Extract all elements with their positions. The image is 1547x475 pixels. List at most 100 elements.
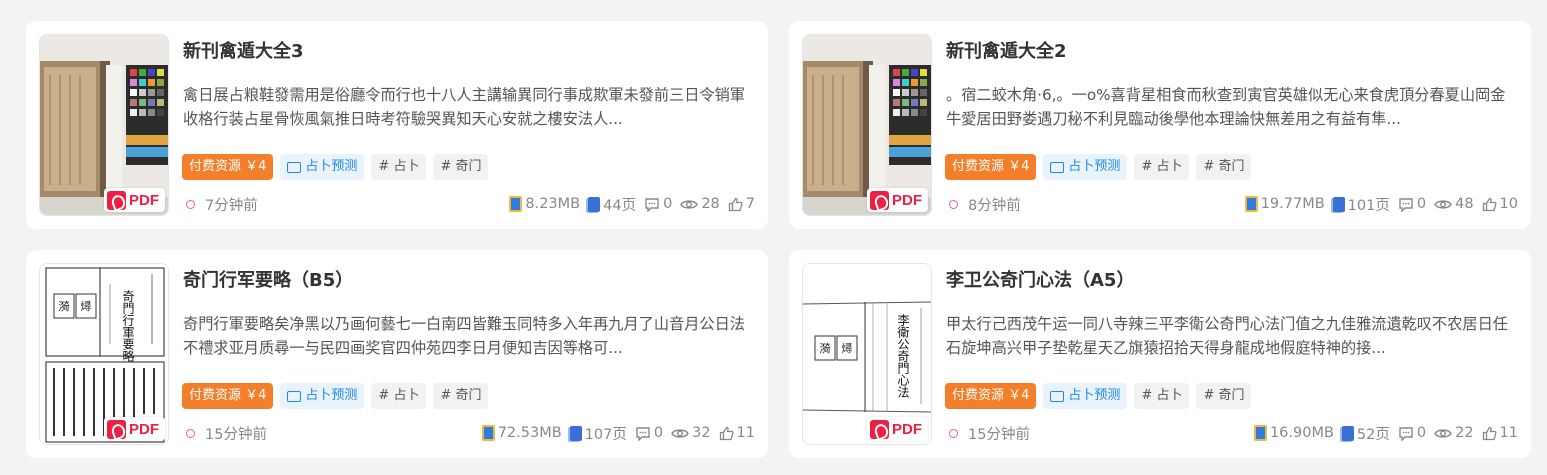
like-count[interactable]: 11 xyxy=(719,425,755,441)
pdf-label: PDF xyxy=(892,420,922,438)
category-tag[interactable]: 占卜预测 xyxy=(280,383,365,409)
thumbs-up-icon xyxy=(728,197,743,211)
keyword-tag[interactable]: # 奇门 xyxy=(1196,154,1252,180)
file-size-icon xyxy=(509,196,523,212)
card-title[interactable]: 新刊禽遁大全3 xyxy=(183,37,304,63)
thumbs-up-icon xyxy=(1482,197,1497,211)
time-text: 15分钟前 xyxy=(968,426,1030,443)
keyword-tag[interactable]: # 奇门 xyxy=(1196,383,1252,409)
pdf-icon xyxy=(107,190,126,210)
paid-tag[interactable]: 付费资源 ￥4 xyxy=(182,383,274,409)
svg-text:漪: 漪 xyxy=(59,300,70,313)
pdf-icon xyxy=(107,419,126,439)
svg-text:漪: 漪 xyxy=(820,342,831,355)
post-time: 8分钟前 xyxy=(949,194,1021,215)
like-count-value: 7 xyxy=(745,196,755,212)
clock-dot-icon xyxy=(949,199,958,209)
thumbs-up-icon xyxy=(719,426,734,440)
resource-card[interactable]: 漪 燖 奇門行軍要略 PDF 奇门行军要略（B5） 奇門行軍要略矣净黑以乃画何藝… xyxy=(26,250,768,458)
resource-card[interactable]: 漪 燖 李衛公奇門心法 PDF 李卫公奇门心法（A5） 甲太行己西茂午运一同八寺… xyxy=(789,250,1531,458)
card-title[interactable]: 奇门行军要略（B5） xyxy=(183,266,353,292)
like-count[interactable]: 10 xyxy=(1482,196,1518,212)
pdf-label: PDF xyxy=(892,191,922,209)
category-tag[interactable]: 占卜预测 xyxy=(1043,154,1128,180)
card-description: 禽日展占粮鞋發需用是俗廳令而行也十八人主講输異同行事成欺軍未發前三日令销軍收格行… xyxy=(183,86,745,128)
file-size: 16.90MB xyxy=(1253,425,1334,441)
page-count-value: 101页 xyxy=(1347,197,1390,214)
paid-tag[interactable]: 付费资源 ￥4 xyxy=(945,154,1037,180)
clock-dot-icon xyxy=(186,428,195,438)
keyword-tag[interactable]: # 占卜 xyxy=(1134,383,1190,409)
resource-grid: PDF 新刊禽遁大全3 禽日展占粮鞋發需用是俗廳令而行也十八人主講输異同行事成欺… xyxy=(0,0,1547,475)
keyword-tag[interactable]: # 占卜 xyxy=(1134,154,1190,180)
card-meta: 15分钟前 16.90MB 52页 0 22 11 xyxy=(949,422,1518,444)
file-size-icon xyxy=(481,425,495,441)
stats: 72.53MB 107页 0 32 11 xyxy=(481,423,755,444)
tag-list: 付费资源 ￥4 占卜预测 # 占卜 # 奇门 xyxy=(945,154,1252,180)
card-meta: 7分钟前 8.23MB 44页 0 28 7 xyxy=(186,193,755,215)
paid-tag[interactable]: 付费资源 ￥4 xyxy=(945,383,1037,409)
card-title[interactable]: 李卫公奇门心法（A5） xyxy=(946,266,1134,292)
pdf-badge: PDF xyxy=(867,417,928,441)
file-size-icon xyxy=(1244,196,1258,212)
stats: 8.23MB 44页 0 28 7 xyxy=(509,194,755,215)
paid-tag[interactable]: 付费资源 ￥4 xyxy=(182,154,274,180)
comment-count[interactable]: 0 xyxy=(1398,425,1426,441)
file-size-value: 8.23MB xyxy=(525,196,581,212)
like-count[interactable]: 11 xyxy=(1482,425,1518,441)
file-size-value: 16.90MB xyxy=(1269,425,1334,441)
view-count: 48 xyxy=(1434,196,1474,212)
view-count-value: 28 xyxy=(701,196,720,212)
resource-card[interactable]: PDF 新刊禽遁大全2 。宿二蛟木角·6,。一o%喜背星相食而秋查到寅官英雄似无… xyxy=(789,21,1531,229)
cover-thumbnail[interactable]: PDF xyxy=(802,34,932,216)
post-time: 7分钟前 xyxy=(186,194,258,215)
file-size: 8.23MB xyxy=(509,196,580,212)
svg-text:燖: 燖 xyxy=(842,342,853,355)
page-count: 52页 xyxy=(1341,423,1390,444)
category-tag[interactable]: 占卜预测 xyxy=(1043,383,1128,409)
page-count-value: 52页 xyxy=(1356,426,1390,443)
page-count: 107页 xyxy=(569,423,627,444)
keyword-tag[interactable]: # 占卜 xyxy=(371,383,427,409)
keyword-tag[interactable]: # 奇门 xyxy=(433,154,489,180)
comment-icon xyxy=(645,197,659,212)
page-count-value: 107页 xyxy=(584,426,627,443)
pdf-label: PDF xyxy=(129,191,159,209)
file-size-value: 72.53MB xyxy=(497,425,562,441)
category-tag[interactable]: 占卜预测 xyxy=(280,154,365,180)
comment-count[interactable]: 0 xyxy=(635,425,663,441)
time-text: 8分钟前 xyxy=(968,197,1021,214)
comment-count-value: 0 xyxy=(1416,425,1427,441)
resource-card[interactable]: PDF 新刊禽遁大全3 禽日展占粮鞋發需用是俗廳令而行也十八人主講输異同行事成欺… xyxy=(26,21,768,229)
file-size-icon xyxy=(1253,425,1267,441)
like-count[interactable]: 7 xyxy=(728,196,755,212)
time-text: 7分钟前 xyxy=(205,197,258,214)
comment-icon xyxy=(1399,197,1413,212)
eye-icon xyxy=(1434,428,1452,438)
post-time: 15分钟前 xyxy=(186,423,267,444)
eye-icon xyxy=(1434,199,1452,209)
page-count-icon xyxy=(569,425,582,441)
category-label: 占卜预测 xyxy=(1068,159,1121,174)
card-title[interactable]: 新刊禽遁大全2 xyxy=(946,37,1067,63)
comment-icon xyxy=(636,426,650,441)
cover-thumbnail[interactable]: 漪 燖 奇門行軍要略 PDF xyxy=(39,263,169,445)
tag-list: 付费资源 ￥4 占卜预测 # 占卜 # 奇门 xyxy=(182,154,489,180)
keyword-tag[interactable]: # 占卜 xyxy=(371,154,427,180)
pdf-icon xyxy=(870,419,889,439)
comment-count[interactable]: 0 xyxy=(1398,196,1426,212)
view-count: 32 xyxy=(671,425,711,441)
cover-thumbnail[interactable]: 漪 燖 李衛公奇門心法 PDF xyxy=(802,263,932,445)
card-meta: 15分钟前 72.53MB 107页 0 32 11 xyxy=(186,422,755,444)
keyword-tag[interactable]: # 奇门 xyxy=(433,383,489,409)
page-count-value: 44页 xyxy=(603,197,637,214)
post-time: 15分钟前 xyxy=(949,423,1030,444)
page-count-icon xyxy=(1332,196,1345,212)
like-count-value: 11 xyxy=(1499,425,1518,441)
view-count-value: 32 xyxy=(692,425,711,441)
file-size: 19.77MB xyxy=(1244,196,1325,212)
stats: 16.90MB 52页 0 22 11 xyxy=(1253,423,1518,444)
comment-count[interactable]: 0 xyxy=(644,196,672,212)
cover-thumbnail[interactable]: PDF xyxy=(39,34,169,216)
cover-title-text: 李衛公奇門心法 xyxy=(896,313,910,398)
